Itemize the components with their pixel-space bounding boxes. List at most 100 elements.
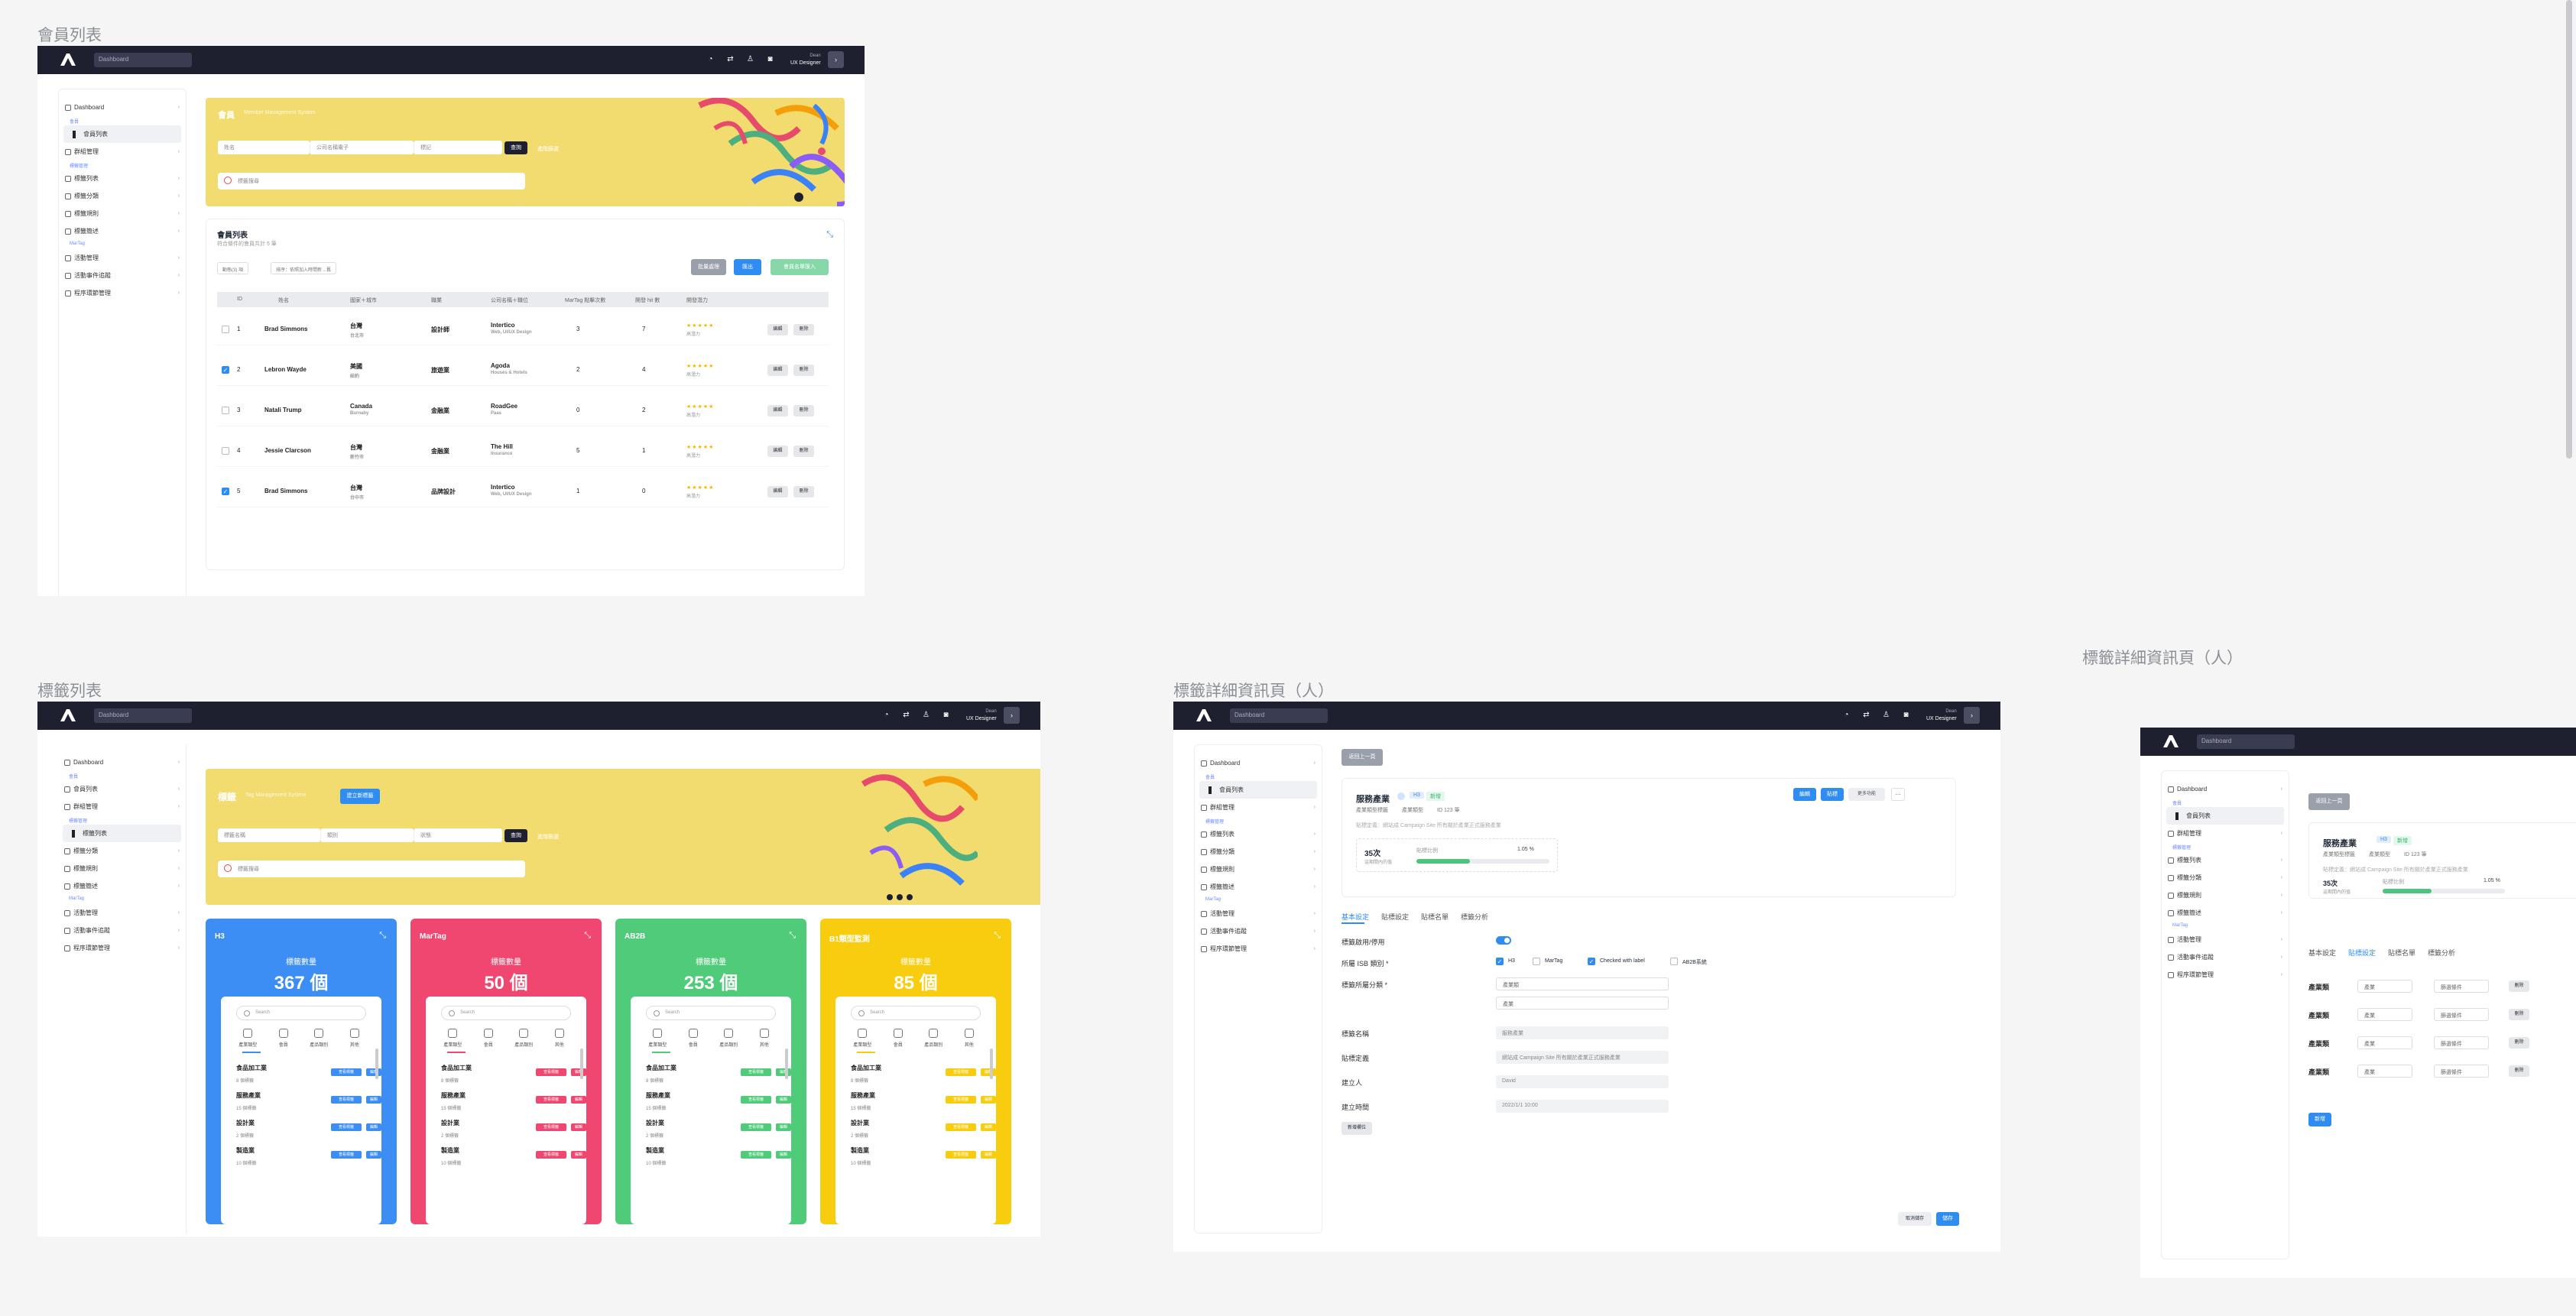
user-menu-button[interactable]: ›	[1004, 707, 1020, 724]
edit-button[interactable]: 編輯	[767, 324, 788, 335]
bell-icon[interactable]: ◔	[1842, 711, 1851, 719]
card-tab[interactable]: 產品類別	[919, 1029, 948, 1048]
bell-icon[interactable]: ◔	[706, 55, 715, 63]
row-checkbox[interactable]	[222, 447, 229, 455]
card-tab[interactable]: 其他	[545, 1029, 574, 1048]
view-tags-button[interactable]: 查看標籤	[536, 1123, 566, 1131]
list-item[interactable]: 製造業 10 個標籤 查看標籤 編輯	[851, 1146, 996, 1166]
user-icon[interactable]: ♙	[746, 55, 754, 63]
enable-toggle[interactable]	[1496, 936, 1511, 945]
tab-0[interactable]: 基本設定	[1342, 912, 1369, 922]
sidebar-item-member-group[interactable]: 群組管理 ›	[1195, 799, 1322, 816]
category-select-2[interactable]: 產業	[1496, 997, 1669, 1010]
user-icon[interactable]: ♙	[922, 711, 930, 719]
sidebar-item-member-list[interactable]: 會員列表	[2166, 807, 2284, 825]
edit-button[interactable]: 編輯	[1793, 788, 1816, 801]
view-tags-button[interactable]: 查看標籤	[741, 1123, 771, 1131]
tab-2[interactable]: 貼標名單	[2388, 948, 2415, 958]
sidebar-item-dashboard[interactable]: Dashboard ›	[2162, 780, 2289, 798]
view-tags-button[interactable]: 查看標籤	[331, 1123, 362, 1131]
sidebar-item-tag-class[interactable]: 標籤分類 ›	[59, 187, 186, 205]
expand-icon[interactable]: ⤡	[826, 230, 833, 240]
card-tab[interactable]: 產品類別	[714, 1029, 743, 1048]
sidebar-item-tag-list[interactable]: 標籤列表 ›	[1195, 825, 1322, 843]
bell-icon[interactable]: ◔	[882, 711, 891, 719]
view-tags-button[interactable]: 查看標籤	[331, 1096, 362, 1104]
rule-select-2[interactable]: 篩選條件	[2434, 1008, 2489, 1021]
row-checkbox[interactable]: ✓	[222, 366, 229, 374]
checkbox-h3[interactable]: ✓	[1496, 958, 1504, 965]
table-row[interactable]: 3 Natali Trump Canada Burnaby 金融業 RoadGee…	[217, 396, 829, 426]
edit-button[interactable]: 編輯	[981, 1068, 996, 1076]
list-item[interactable]: 食品加工業 8 個標籤 查看標籤 編輯	[851, 1064, 996, 1084]
save-button[interactable]: 儲存	[1936, 1212, 1959, 1226]
edit-button[interactable]: 編輯	[571, 1096, 586, 1104]
tab-1[interactable]: 貼標設定	[1381, 912, 1409, 922]
edit-button[interactable]: 編輯	[767, 486, 788, 498]
add-rule-button[interactable]: 新增	[2308, 1113, 2331, 1126]
share-icon[interactable]: ⇄	[1862, 711, 1870, 719]
back-button[interactable]: 返回上一頁	[2308, 793, 2350, 810]
rule-select-1[interactable]: 產業	[2357, 980, 2412, 993]
more-icon[interactable]: ⋯	[1891, 788, 1905, 801]
card-scrollbar[interactable]	[375, 1049, 378, 1079]
delete-button[interactable]: 刪除	[2509, 1009, 2529, 1020]
delete-button[interactable]: 刪除	[793, 446, 814, 457]
tab-1[interactable]: 貼標設定	[2348, 948, 2376, 958]
edit-button[interactable]: 編輯	[767, 405, 788, 417]
global-search-input[interactable]: Dashboard	[2197, 734, 2295, 749]
rule-select-1[interactable]: 產業	[2357, 1036, 2412, 1049]
view-tags-button[interactable]: 查看標籤	[331, 1151, 362, 1159]
sidebar-item-martag-3[interactable]: 程序環節管理 ›	[2162, 966, 2289, 984]
edit-button[interactable]: 編輯	[776, 1151, 791, 1159]
sidebar-item-tag-setting[interactable]: 標籤簡述 ›	[59, 222, 186, 240]
category-select-1[interactable]: 產業類	[1496, 977, 1669, 990]
sidebar-item-tag-setting[interactable]: 標籤簡述 ›	[1195, 878, 1322, 896]
batch-button[interactable]: 批量處理	[691, 259, 726, 275]
expand-icon[interactable]: ⤡	[789, 931, 796, 941]
table-row[interactable]: ✓ 5 Brad Simmons 台灣 台中市 品牌設計 Intertico Web…	[217, 477, 829, 507]
list-item[interactable]: 設計業 2 個標籤 查看標籤 編輯	[441, 1119, 586, 1139]
edit-button[interactable]: 編輯	[366, 1096, 381, 1104]
sidebar-item-member-group[interactable]: 群組管理 ›	[59, 143, 186, 160]
delete-button[interactable]: 刪除	[2509, 1037, 2529, 1049]
creator-input[interactable]: David	[1496, 1075, 1669, 1088]
card-tab[interactable]: 其他	[750, 1029, 779, 1048]
delete-button[interactable]: 刪除	[793, 365, 814, 376]
sidebar-item-tag-list[interactable]: 標籤列表	[63, 825, 181, 842]
card-tab[interactable]: 會員	[474, 1029, 503, 1048]
list-item[interactable]: 食品加工業 8 個標籤 查看標籤 編輯	[441, 1064, 586, 1084]
tab-3[interactable]: 標籤分析	[1461, 912, 1488, 922]
tag-category-card[interactable]: MarTag ⤡ 標籤數量 50 個 Search 產業類型 會員 產品類別 其他 食…	[410, 919, 602, 1224]
rule-select-2[interactable]: 篩選條件	[2434, 980, 2489, 993]
edit-button[interactable]: 編輯	[366, 1151, 381, 1159]
import-button[interactable]: 會員名單匯入	[771, 259, 829, 275]
rule-select-2[interactable]: 篩選條件	[2434, 1065, 2489, 1078]
sidebar-item-dashboard[interactable]: Dashboard ›	[59, 99, 186, 116]
view-tags-button[interactable]: 查看標籤	[946, 1123, 976, 1131]
share-icon[interactable]: ⇄	[902, 711, 910, 719]
card-tab[interactable]: 產業類型	[643, 1029, 672, 1048]
edit-button[interactable]: 編輯	[981, 1151, 996, 1159]
card-tab[interactable]: 會員	[269, 1029, 298, 1048]
chat-icon[interactable]: ◙	[942, 711, 950, 719]
view-tags-button[interactable]: 查看標籤	[536, 1096, 566, 1104]
advanced-filter-link[interactable]: 進階篩選	[537, 833, 559, 841]
user-icon[interactable]: ♙	[1882, 711, 1890, 719]
cancel-button[interactable]: 取消儲存	[1898, 1212, 1932, 1226]
edit-button[interactable]: 編輯	[767, 365, 788, 376]
sidebar-item-tag-class[interactable]: 標籤分類 ›	[58, 842, 186, 860]
sidebar-item-tag-list[interactable]: 標籤列表 ›	[59, 170, 186, 187]
sort-dropdown[interactable]: 排序：依照加入時間新→舊	[271, 262, 337, 274]
table-row[interactable]: 4 Jessie Clarcson 台灣 新竹市 金融業 The Hill Insu…	[217, 436, 829, 467]
list-item[interactable]: 服務產業 15 個標籤 查看標籤 編輯	[236, 1091, 381, 1111]
view-tags-button[interactable]: 查看標籤	[946, 1151, 976, 1159]
row-checkbox[interactable]: ✓	[222, 488, 229, 495]
tag-filter-input[interactable]: 標記	[414, 141, 502, 154]
global-search-input[interactable]: Dashboard	[1230, 708, 1328, 723]
add-field-button[interactable]: 新增欄位	[1342, 1122, 1372, 1135]
list-item[interactable]: 服務產業 15 個標籤 查看標籤 編輯	[851, 1091, 996, 1111]
back-button[interactable]: 返回上一頁	[1342, 749, 1383, 766]
sidebar-item-tag-list[interactable]: 標籤列表 ›	[2162, 851, 2289, 869]
sidebar-item-member-group[interactable]: 群組管理 ›	[2162, 825, 2289, 842]
